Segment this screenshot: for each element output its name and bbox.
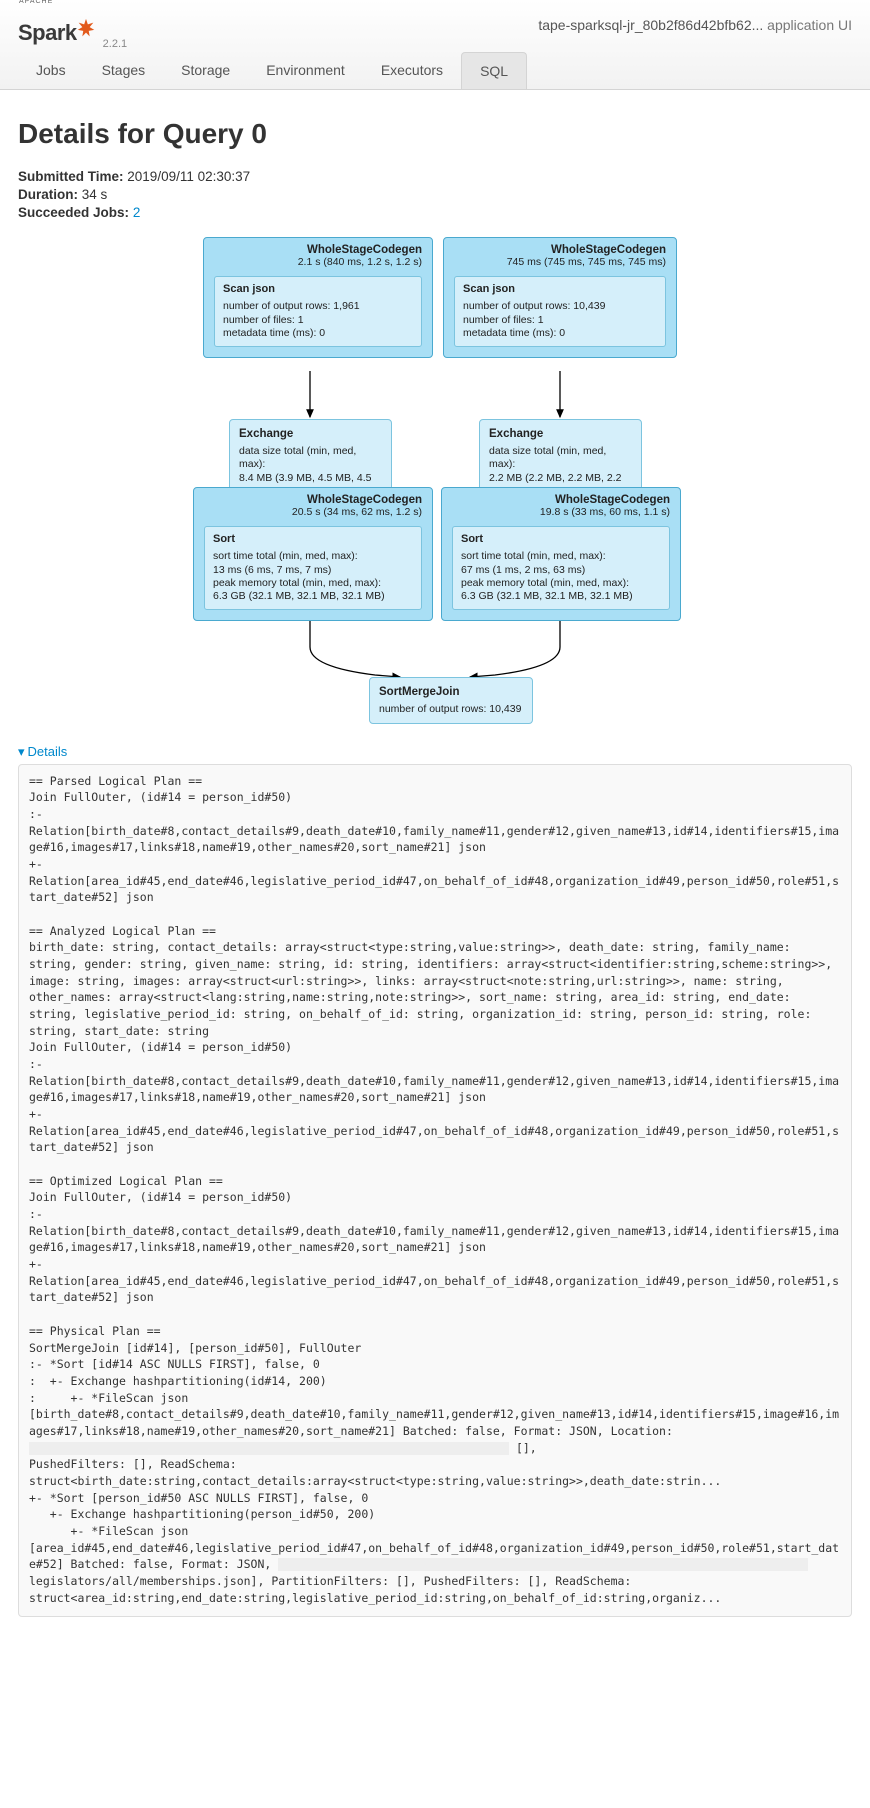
inner-l2: number of files: 1 (463, 314, 657, 327)
ex-title: Exchange (489, 427, 632, 442)
tab-storage[interactable]: Storage (163, 52, 248, 89)
tab-executors[interactable]: Executors (363, 52, 461, 89)
stage-title: WholeStageCodegen (204, 494, 422, 506)
dag-scan-json-1[interactable]: Scan json number of output rows: 1,961 n… (214, 276, 422, 347)
details-label: Details (28, 744, 68, 759)
inner-l1: number of output rows: 1,961 (223, 300, 413, 313)
inner-l2: 13 ms (6 ms, 7 ms, 7 ms) (213, 564, 413, 577)
inner-l3: peak memory total (min, med, max): (461, 577, 661, 590)
join-title: SortMergeJoin (379, 685, 523, 700)
dag-stage-codegen-2[interactable]: WholeStageCodegen 745 ms (745 ms, 745 ms… (443, 237, 677, 358)
query-meta: Submitted Time: 2019/09/11 02:30:37 Dura… (18, 168, 852, 223)
succeeded-label: Succeeded Jobs: (18, 205, 129, 220)
plan-text-1: == Parsed Logical Plan == Join FullOuter… (29, 774, 839, 1438)
plan-text-2: [], (516, 1441, 537, 1455)
inner-l1: sort time total (min, med, max): (461, 550, 661, 563)
dag-stage-codegen-4[interactable]: WholeStageCodegen 19.8 s (33 ms, 60 ms, … (441, 487, 681, 621)
inner-l2: 67 ms (1 ms, 2 ms, 63 ms) (461, 564, 661, 577)
redacted-path-2 (278, 1558, 808, 1571)
query-dag: WholeStageCodegen 2.1 s (840 ms, 1.2 s, … (175, 237, 695, 723)
dag-sort-1[interactable]: Sort sort time total (min, med, max): 13… (204, 526, 422, 610)
dag-scan-json-2[interactable]: Scan json number of output rows: 10,439 … (454, 276, 666, 347)
ex-l1: data size total (min, med, max): (239, 445, 382, 472)
spark-star-icon (75, 18, 93, 36)
dag-sortmergejoin[interactable]: SortMergeJoin number of output rows: 10,… (369, 677, 533, 725)
duration-label: Duration: (18, 187, 78, 202)
logo-apache-label: APACHE (19, 0, 53, 5)
ex-l1: data size total (min, med, max): (489, 445, 632, 472)
caret-down-icon: ▾ (18, 744, 25, 760)
plan-text-4: legislators/all/memberships.json], Parti… (29, 1574, 721, 1605)
stage-sub: 745 ms (745 ms, 745 ms, 745 ms) (454, 256, 666, 268)
inner-l3: metadata time (ms): 0 (223, 327, 413, 340)
tab-jobs[interactable]: Jobs (18, 52, 84, 89)
tab-stages[interactable]: Stages (84, 52, 164, 89)
inner-title: Scan json (223, 283, 413, 297)
stage-title: WholeStageCodegen (454, 244, 666, 256)
dag-stage-codegen-1[interactable]: WholeStageCodegen 2.1 s (840 ms, 1.2 s, … (203, 237, 433, 358)
spark-logo[interactable]: APACHE Spark 2.2.1 (18, 4, 127, 46)
inner-l1: number of output rows: 10,439 (463, 300, 657, 313)
duration-value: 34 s (82, 187, 108, 202)
inner-l1: sort time total (min, med, max): (213, 550, 413, 563)
dag-stage-codegen-3[interactable]: WholeStageCodegen 20.5 s (34 ms, 62 ms, … (193, 487, 433, 621)
details-toggle[interactable]: ▾ Details (18, 744, 67, 760)
top-navbar: APACHE Spark 2.2.1 tape-sparksql-jr_80b2… (0, 0, 870, 90)
dag-sort-2[interactable]: Sort sort time total (min, med, max): 67… (452, 526, 670, 610)
logo-version: 2.2.1 (103, 38, 127, 50)
ex-title: Exchange (239, 427, 382, 442)
stage-sub: 20.5 s (34 ms, 62 ms, 1.2 s) (204, 506, 422, 518)
tab-environment[interactable]: Environment (248, 52, 363, 89)
logo-text: Spark (18, 20, 77, 45)
stage-sub: 2.1 s (840 ms, 1.2 s, 1.2 s) (214, 256, 422, 268)
stage-title: WholeStageCodegen (452, 494, 670, 506)
details-plan-box: == Parsed Logical Plan == Join FullOuter… (18, 764, 852, 1618)
inner-title: Sort (213, 533, 413, 547)
join-l1: number of output rows: 10,439 (379, 703, 523, 717)
inner-l2: number of files: 1 (223, 314, 413, 327)
succeeded-jobs-link[interactable]: 2 (133, 205, 141, 220)
app-suffix: application UI (767, 17, 852, 33)
inner-l4: 6.3 GB (32.1 MB, 32.1 MB, 32.1 MB) (213, 590, 413, 603)
app-title: tape-sparksql-jr_80b2f86d42bfb62... appl… (538, 17, 852, 33)
inner-l4: 6.3 GB (32.1 MB, 32.1 MB, 32.1 MB) (461, 590, 661, 603)
inner-title: Sort (461, 533, 661, 547)
inner-l3: metadata time (ms): 0 (463, 327, 657, 340)
inner-title: Scan json (463, 283, 657, 297)
stage-sub: 19.8 s (33 ms, 60 ms, 1.1 s) (452, 506, 670, 518)
page-title: Details for Query 0 (18, 118, 852, 150)
submitted-label: Submitted Time: (18, 169, 124, 184)
app-name: tape-sparksql-jr_80b2f86d42bfb62... (538, 17, 763, 33)
inner-l3: peak memory total (min, med, max): (213, 577, 413, 590)
tab-sql[interactable]: SQL (461, 52, 527, 89)
plan-text-3: PushedFilters: [], ReadSchema: struct<bi… (29, 1457, 839, 1571)
submitted-value: 2019/09/11 02:30:37 (127, 169, 250, 184)
redacted-path-1 (29, 1442, 509, 1455)
nav-tabs: Jobs Stages Storage Environment Executor… (18, 52, 852, 89)
stage-title: WholeStageCodegen (214, 244, 422, 256)
